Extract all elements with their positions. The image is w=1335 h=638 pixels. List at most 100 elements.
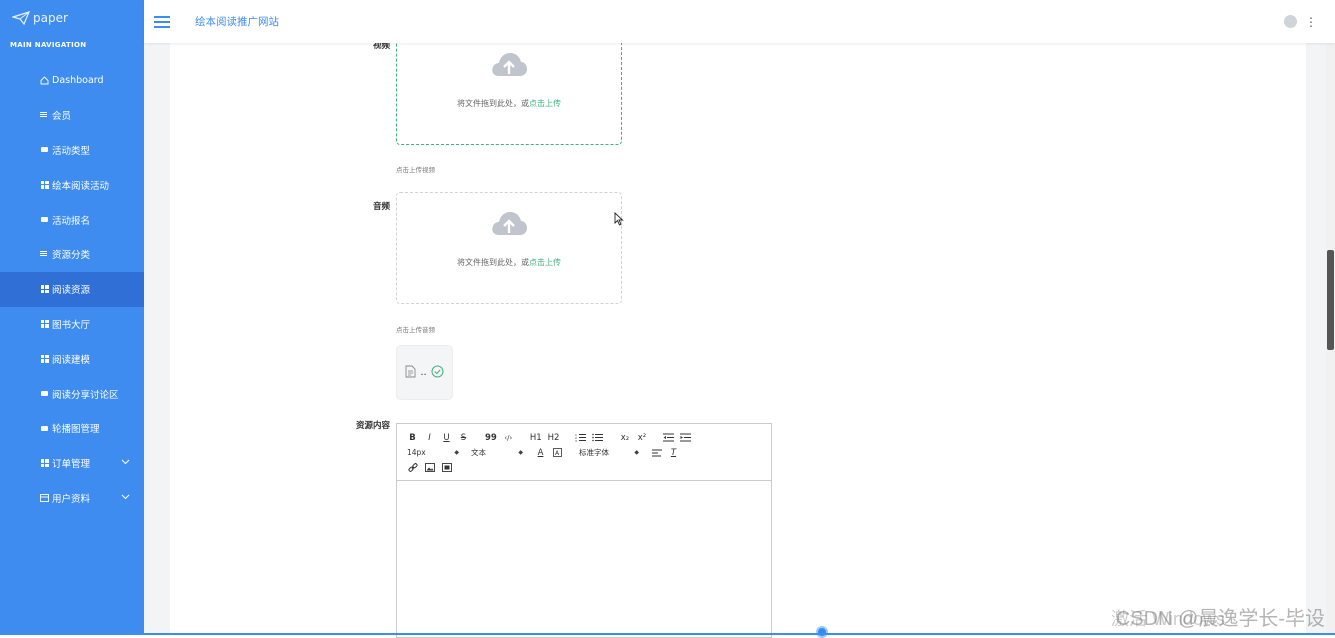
grid-icon <box>40 354 49 363</box>
align-icon[interactable] <box>651 447 662 459</box>
csdn-watermark: CSDN @晨逸学长-毕设 <box>1116 602 1325 631</box>
sidebar-item-label: 用户资料 <box>52 491 90 505</box>
video-icon[interactable] <box>441 462 452 474</box>
sidebar-item-label: 活动类型 <box>52 143 90 157</box>
sidebar-item-activity-signup[interactable]: 活动报名 <box>0 202 144 237</box>
underline-button[interactable]: U <box>441 432 452 444</box>
document-icon <box>405 363 416 382</box>
grid-icon <box>40 285 49 294</box>
background-color-icon[interactable]: A <box>552 447 563 459</box>
indent-icon[interactable] <box>680 432 691 444</box>
sidebar-item-label: 阅读建模 <box>52 352 90 366</box>
sidebar-item-carousel[interactable]: 轮播图管理 <box>0 411 144 446</box>
cloud-upload-icon <box>490 50 528 82</box>
sidebar-item-activity-type[interactable]: 活动类型 <box>0 133 144 168</box>
chevron-down-icon <box>121 493 130 503</box>
font-size-value: 14px <box>407 448 426 457</box>
list-icon <box>40 111 49 120</box>
italic-button[interactable]: I <box>424 432 435 444</box>
strikethrough-button[interactable]: S <box>458 432 469 444</box>
heading1-button[interactable]: H1 <box>530 432 542 444</box>
sidebar-item-orders[interactable]: 订单管理 <box>0 446 144 481</box>
video-upload-dropzone[interactable]: 将文件拖到此处，或点击上传 <box>396 33 622 145</box>
sidebar-item-reading-model[interactable]: 阅读建模 <box>0 341 144 376</box>
sidebar-item-resource-category[interactable]: 资源分类 <box>0 237 144 272</box>
sidebar-item-label: 活动报名 <box>52 213 90 227</box>
clear-format-icon[interactable]: T <box>668 447 679 459</box>
top-header: 绘本阅读推广网站 ⋮ <box>144 0 1335 43</box>
cloud-upload-icon <box>490 209 528 241</box>
floating-dot[interactable] <box>816 626 828 638</box>
audio-upload-text: 将文件拖到此处，或点击上传 <box>397 257 621 268</box>
block-format-select[interactable]: 文本◆ <box>471 447 523 458</box>
paper-plane-icon <box>12 11 30 25</box>
svg-text:A: A <box>555 450 560 457</box>
brand-name: paper <box>33 11 68 25</box>
bullet-list-icon[interactable] <box>592 432 603 444</box>
sidebar: paper MAIN NAVIGATION Dashboard 会员 活动类型 … <box>0 0 144 635</box>
sidebar-item-label: Dashboard <box>52 75 104 86</box>
sidebar-item-reading-resource[interactable]: 阅读资源 <box>0 272 144 307</box>
font-family-value: 标准字体 <box>579 447 609 458</box>
home-icon <box>40 76 49 85</box>
file-name: .. <box>420 367 426 378</box>
font-family-select[interactable]: 标准字体◆ <box>579 447 639 458</box>
header-actions: ⋮ <box>1284 15 1317 28</box>
ordered-list-icon[interactable]: 123 <box>575 432 586 444</box>
more-vertical-icon[interactable]: ⋮ <box>1305 16 1317 28</box>
uploaded-file-card[interactable]: .. <box>396 345 453 400</box>
sidebar-item-label: 轮播图管理 <box>52 421 100 435</box>
sidebar-item-book-hall[interactable]: 图书大厅 <box>0 307 144 342</box>
heading2-button[interactable]: H2 <box>548 432 560 444</box>
card-icon <box>40 493 49 502</box>
superscript-button[interactable]: x² <box>636 432 647 444</box>
monitor-icon <box>40 215 49 224</box>
sidebar-item-dashboard[interactable]: Dashboard <box>0 63 144 98</box>
sidebar-item-members[interactable]: 会员 <box>0 98 144 133</box>
avatar[interactable] <box>1284 15 1297 28</box>
monitor-icon <box>40 424 49 433</box>
nav-heading: MAIN NAVIGATION <box>0 41 144 49</box>
site-title: 绘本阅读推广网站 <box>195 14 279 29</box>
code-block-button[interactable]: ‹/› <box>503 432 514 444</box>
sidebar-item-label: 阅读资源 <box>52 282 90 296</box>
mouse-cursor-icon <box>614 211 624 230</box>
video-hint: 点击上传视频 <box>396 164 435 174</box>
font-size-select[interactable]: 14px◆ <box>407 448 459 457</box>
sidebar-item-reading-activity[interactable]: 绘本阅读活动 <box>0 167 144 202</box>
upload-click-link[interactable]: 点击上传 <box>529 99 561 108</box>
grid-icon <box>40 459 49 468</box>
grid-icon <box>40 180 49 189</box>
upload-text-plain: 将文件拖到此处，或 <box>457 258 529 267</box>
svg-text:3: 3 <box>575 439 577 442</box>
sidebar-item-label: 订单管理 <box>52 456 90 470</box>
content-label: 资源内容 <box>330 419 390 431</box>
blockquote-button[interactable]: 99 <box>485 432 497 444</box>
audio-upload-dropzone[interactable]: 将文件拖到此处，或点击上传 <box>396 192 622 304</box>
sidebar-item-user-profile[interactable]: 用户资料 <box>0 481 144 516</box>
audio-hint: 点击上传音频 <box>396 324 435 334</box>
sidebar-item-label: 阅读分享讨论区 <box>52 387 119 401</box>
sidebar-item-label: 图书大厅 <box>52 317 90 331</box>
upload-text-plain: 将文件拖到此处，或 <box>457 99 529 108</box>
scrollbar-thumb[interactable] <box>1327 250 1334 350</box>
link-icon[interactable] <box>407 462 418 474</box>
outdent-icon[interactable] <box>663 432 674 444</box>
subscript-button[interactable]: x₂ <box>619 432 630 444</box>
editor-toolbar: B I U S 99 ‹/› H1 H2 123 x₂ x² <box>397 424 771 481</box>
image-icon[interactable] <box>424 462 435 474</box>
check-circle-icon <box>431 363 444 382</box>
editor-content-area[interactable] <box>397 481 771 636</box>
upload-click-link[interactable]: 点击上传 <box>529 258 561 267</box>
menu-toggle-icon[interactable] <box>154 13 170 31</box>
video-upload-text: 将文件拖到此处，或点击上传 <box>397 98 621 109</box>
grid-icon <box>40 319 49 328</box>
font-color-icon[interactable]: A <box>535 447 546 459</box>
monitor-icon <box>40 145 49 154</box>
brand-logo[interactable]: paper <box>0 0 144 36</box>
audio-label: 音频 <box>330 200 390 212</box>
bold-button[interactable]: B <box>407 432 418 444</box>
main-content: 视频 将文件拖到此处，或点击上传 点击上传视频 音频 <box>144 43 1335 635</box>
rich-text-editor: B I U S 99 ‹/› H1 H2 123 x₂ x² <box>396 423 772 638</box>
sidebar-item-discussion[interactable]: 阅读分享讨论区 <box>0 376 144 411</box>
